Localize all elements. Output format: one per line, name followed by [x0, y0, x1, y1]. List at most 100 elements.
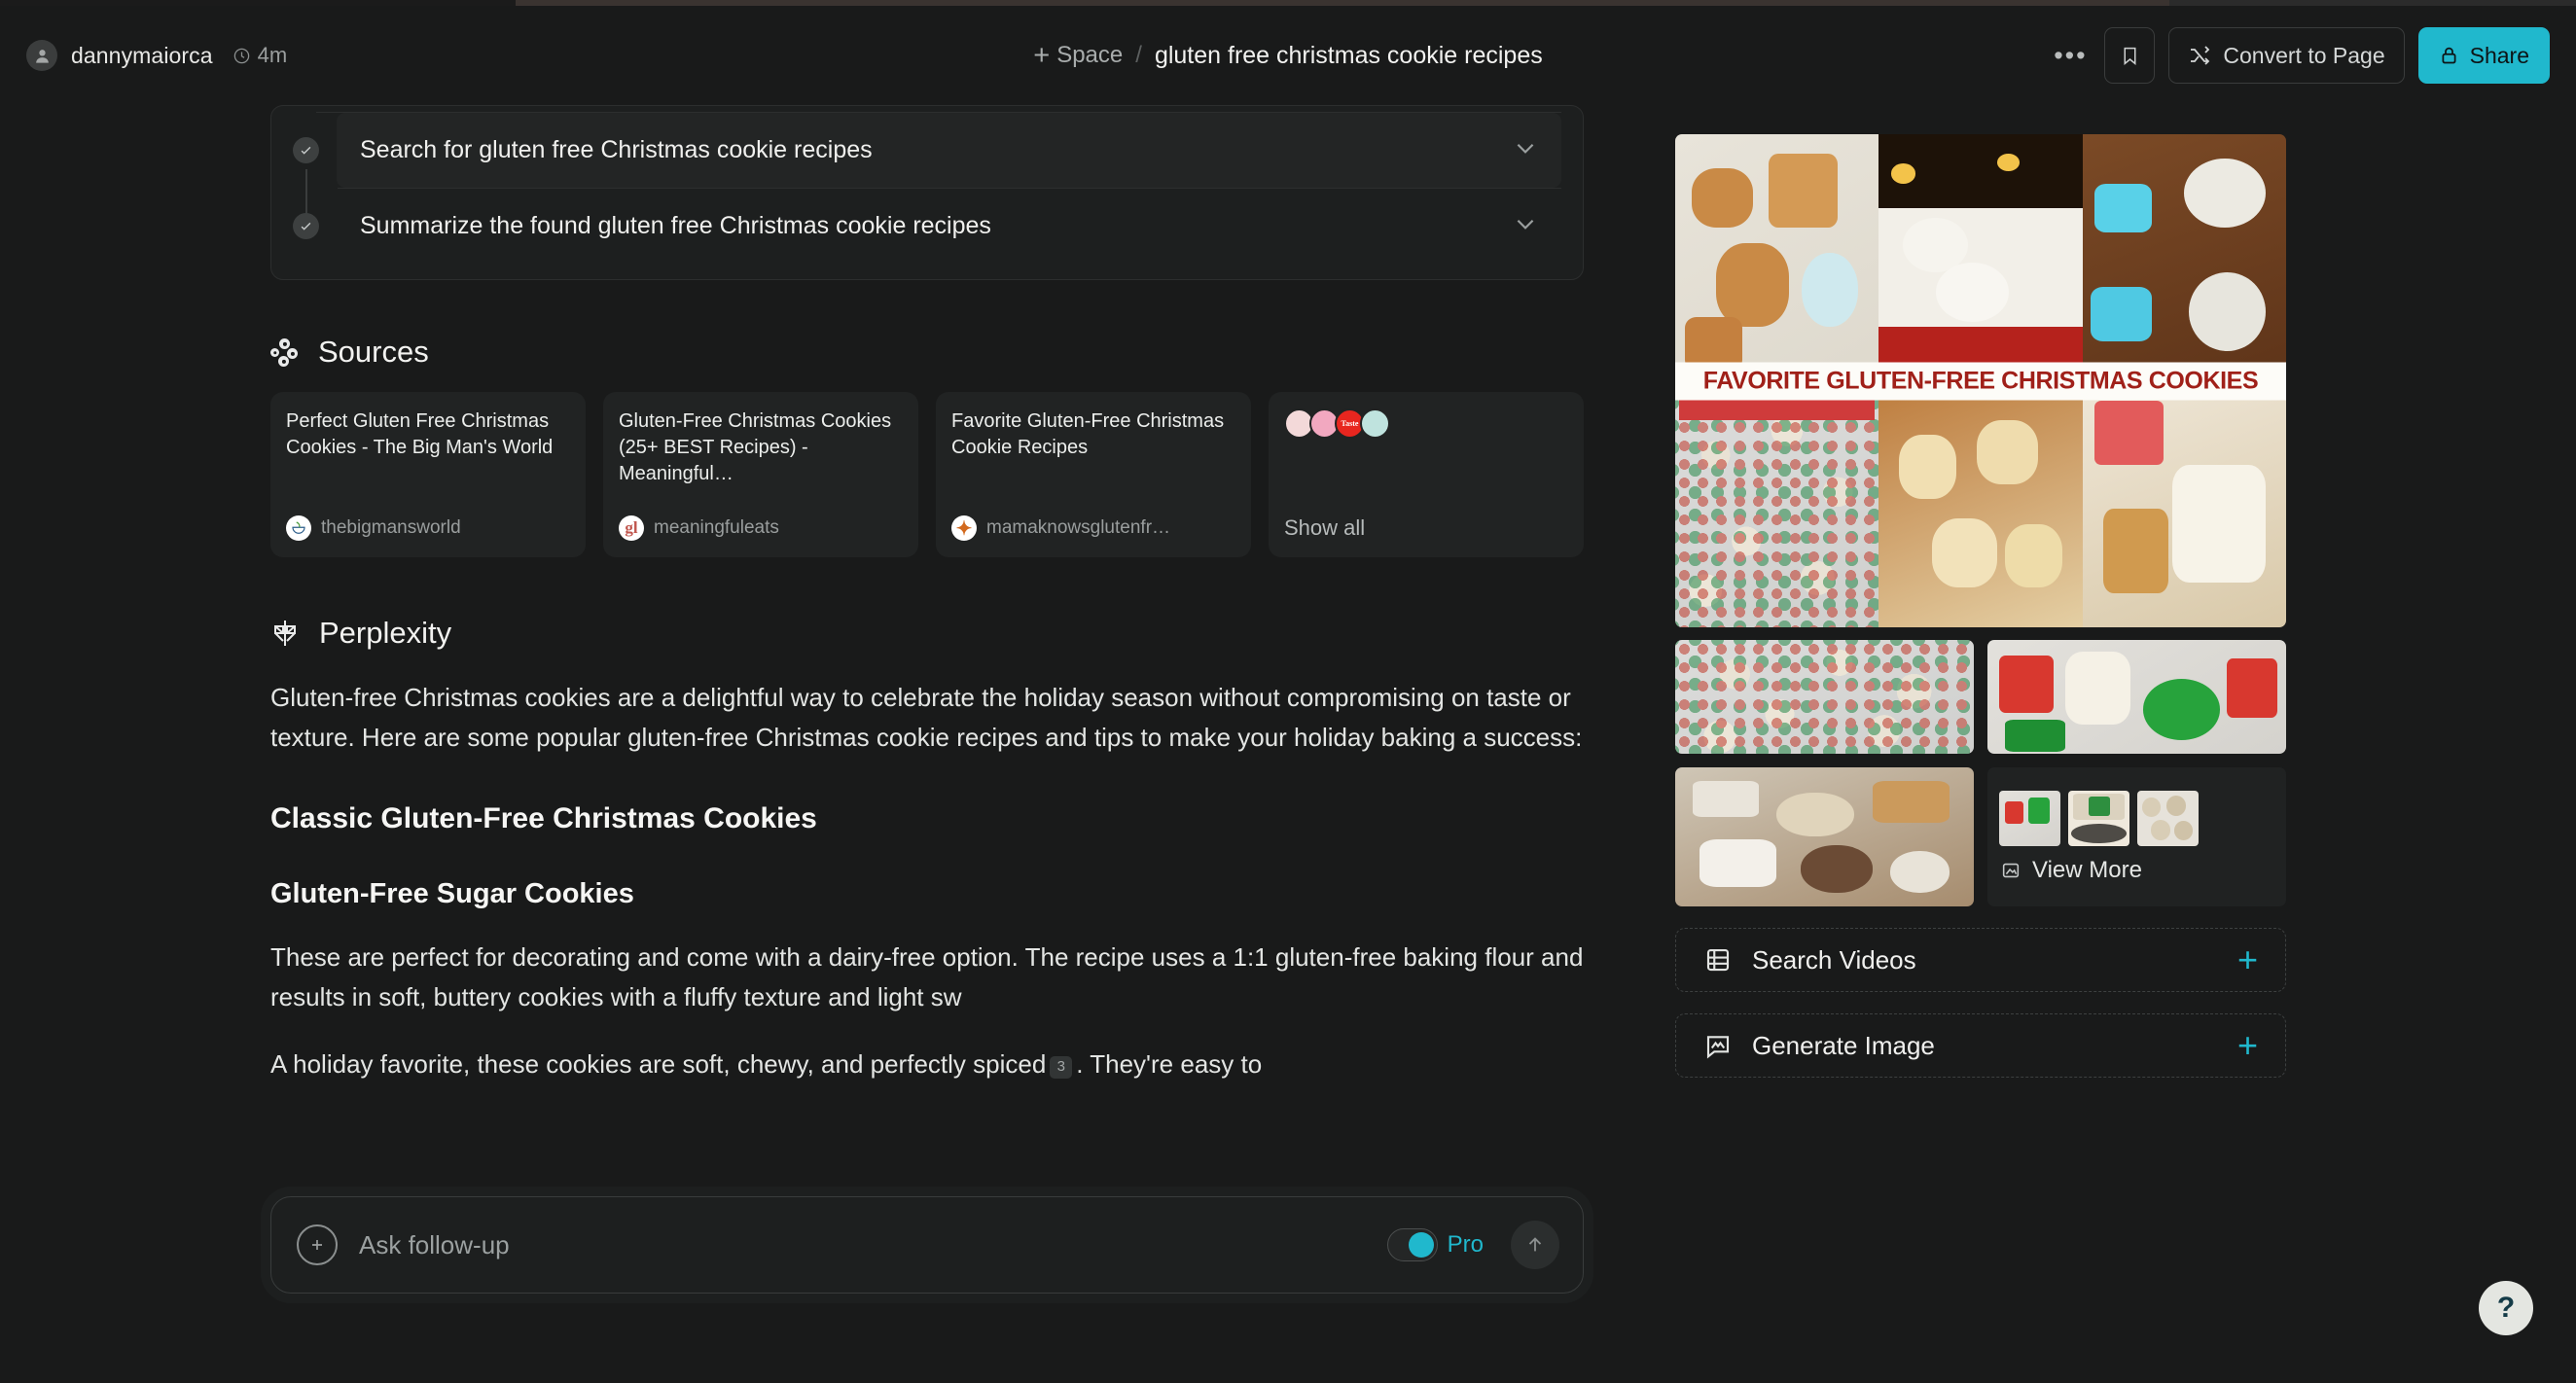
- source-title: Perfect Gluten Free Christmas Cookies - …: [286, 410, 554, 458]
- thumbnail-cookie-box[interactable]: [1675, 767, 1974, 906]
- breadcrumb-separator: /: [1135, 42, 1142, 68]
- lock-icon: [2442, 47, 2456, 63]
- share-label: Share: [2469, 42, 2529, 68]
- source-title: Favorite Gluten-Free Christmas Cookie Re…: [951, 410, 1225, 458]
- media-rail: FAVORITE GLUTEN-FREE CHRISTMAS COOKIES V…: [1675, 134, 2286, 1078]
- answer-column: Search for gluten free Christmas cookie …: [270, 105, 1584, 1084]
- task-label: Summarize the found gluten free Christma…: [360, 212, 991, 239]
- more-options-button[interactable]: •••: [2050, 35, 2091, 76]
- citation-badge[interactable]: 3: [1050, 1055, 1073, 1079]
- clock-icon: [233, 48, 249, 63]
- view-more-row[interactable]: View More: [1999, 857, 2274, 884]
- thumbnail-sprinkle-cookies[interactable]: [1675, 640, 1974, 754]
- source-card[interactable]: Favorite Gluten-Free Christmas Cookie Re…: [936, 392, 1251, 557]
- add-to-space-button[interactable]: + Space: [1033, 41, 1124, 70]
- help-button[interactable]: ?: [2479, 1281, 2533, 1335]
- source-title: Gluten-Free Christmas Cookies (25+ BEST …: [619, 410, 892, 484]
- send-button[interactable]: [1511, 1221, 1559, 1269]
- collage-cell-snowmen: [2082, 134, 2286, 381]
- show-all-sources-card[interactable]: Taste Show all: [1269, 392, 1584, 557]
- answer-h2: Classic Gluten-Free Christmas Cookies: [270, 802, 817, 835]
- chevron-down-icon[interactable]: [1513, 135, 1538, 165]
- collage-cell-dipped: [2082, 380, 2286, 627]
- image-icon: [2002, 863, 2020, 877]
- search-videos-button[interactable]: Search Videos +: [1675, 928, 2286, 992]
- convert-to-page-button[interactable]: Convert to Page: [2168, 27, 2405, 84]
- answer-body-paragraph: These are perfect for decorating and com…: [270, 942, 1584, 1012]
- sources-icon: [270, 338, 298, 367]
- pro-toggle[interactable]: [1386, 1228, 1438, 1261]
- source-footer: ✦ mamaknowsglutenfr…: [951, 515, 1235, 541]
- favicon-icon: [286, 515, 311, 541]
- sources-row: Perfect Gluten Free Christmas Cookies - …: [270, 392, 1584, 557]
- follow-up-bar-wrapper: Ask follow-up Pro: [270, 1196, 1584, 1294]
- task-row[interactable]: Summarize the found gluten free Christma…: [293, 189, 1561, 264]
- follow-up-input[interactable]: Ask follow-up: [359, 1230, 1366, 1260]
- source-domain: meaningfuleats: [654, 517, 779, 538]
- hero-collage-image[interactable]: FAVORITE GLUTEN-FREE CHRISTMAS COOKIES: [1675, 134, 2286, 627]
- generate-image-label: Generate Image: [1752, 1030, 1935, 1060]
- favicon-icon: ✦: [951, 515, 977, 541]
- toggle-knob: [1408, 1232, 1434, 1258]
- view-more-thumb: [2137, 790, 2199, 846]
- attach-plus-icon[interactable]: [297, 1224, 338, 1265]
- collage-cell-snowballs: [1878, 134, 2083, 381]
- space-label: Space: [1056, 42, 1124, 68]
- view-more-thumb: [2068, 790, 2129, 846]
- pro-mode-toggle-group[interactable]: Pro: [1386, 1228, 1484, 1261]
- breadcrumb: + Space / gluten free christmas cookie r…: [1033, 41, 1542, 70]
- answer-brand-label: Perplexity: [319, 616, 452, 650]
- collage-cell-sprinkle-cookies: [1675, 380, 1879, 627]
- timestamp: 4m: [233, 43, 288, 68]
- pro-label: Pro: [1447, 1231, 1484, 1258]
- thumbnail-decorated-cutouts[interactable]: [1987, 640, 2286, 754]
- answer-body-paragraph-2: A holiday favorite, these cookies are so…: [270, 1045, 1584, 1084]
- task-row[interactable]: Search for gluten free Christmas cookie …: [293, 113, 1561, 188]
- add-icon[interactable]: +: [2237, 1028, 2258, 1063]
- search-videos-label: Search Videos: [1752, 944, 1916, 975]
- chevron-down-icon[interactable]: [1513, 211, 1538, 241]
- film-icon: [1703, 945, 1733, 975]
- source-domain: mamaknowsglutenfr…: [986, 517, 1171, 538]
- generate-image-button[interactable]: Generate Image +: [1675, 1013, 2286, 1078]
- view-more-label: View More: [2032, 856, 2142, 883]
- view-more-card[interactable]: View More: [1987, 767, 2286, 906]
- top-bar-left: dannymaiorca 4m: [0, 40, 287, 71]
- avatar[interactable]: [26, 40, 57, 71]
- thumbnail-grid: View More: [1675, 640, 2286, 906]
- top-bar-right: ••• Convert to Page Share: [2050, 27, 2550, 84]
- task-label: Search for gluten free Christmas cookie …: [360, 136, 873, 163]
- collage-cell-gingerbread: [1675, 134, 1879, 381]
- task-check-icon: [293, 137, 319, 163]
- perplexity-logo-icon: [270, 619, 300, 648]
- username-label: dannymaiorca: [71, 42, 213, 68]
- time-ago-label: 4m: [257, 43, 288, 67]
- convert-to-page-label: Convert to Page: [2223, 42, 2385, 68]
- bookmark-icon: [2124, 47, 2136, 65]
- answer-intro-paragraph: Gluten-free Christmas cookies are a deli…: [270, 683, 1583, 753]
- task-list: Search for gluten free Christmas cookie …: [271, 113, 1583, 264]
- view-more-thumb: [1999, 790, 2060, 846]
- show-all-label: Show all: [1284, 515, 1366, 540]
- source-footer: gl meaningfuleats: [619, 515, 903, 541]
- answer-h3: Gluten-Free Sugar Cookies: [270, 878, 634, 910]
- bookmark-button[interactable]: [2104, 27, 2156, 84]
- task-list-card: Search for gluten free Christmas cookie …: [270, 105, 1584, 280]
- answer-body-2-tail: . They're easy to: [1076, 1049, 1263, 1080]
- source-card[interactable]: Perfect Gluten Free Christmas Cookies - …: [270, 392, 586, 557]
- image-message-icon: [1703, 1031, 1733, 1060]
- sources-heading-label: Sources: [318, 335, 429, 369]
- source-domain: thebigmansworld: [321, 517, 461, 538]
- add-icon[interactable]: +: [2237, 942, 2258, 977]
- source-card[interactable]: Gluten-Free Christmas Cookies (25+ BEST …: [603, 392, 918, 557]
- sources-heading: Sources: [270, 335, 1584, 370]
- share-button[interactable]: Share: [2417, 27, 2550, 84]
- follow-up-bar[interactable]: Ask follow-up Pro: [270, 1196, 1584, 1294]
- source-footer: thebigmansworld: [286, 515, 570, 541]
- view-more-thumb-strip: [1999, 790, 2274, 846]
- task-check-icon: [293, 213, 319, 239]
- collage-cell-spritz: [1878, 380, 2083, 627]
- hero-banner-text: FAVORITE GLUTEN-FREE CHRISTMAS COOKIES: [1675, 362, 2286, 400]
- page-body: Search for gluten free Christmas cookie …: [0, 105, 2576, 1383]
- avatar: [1360, 408, 1390, 439]
